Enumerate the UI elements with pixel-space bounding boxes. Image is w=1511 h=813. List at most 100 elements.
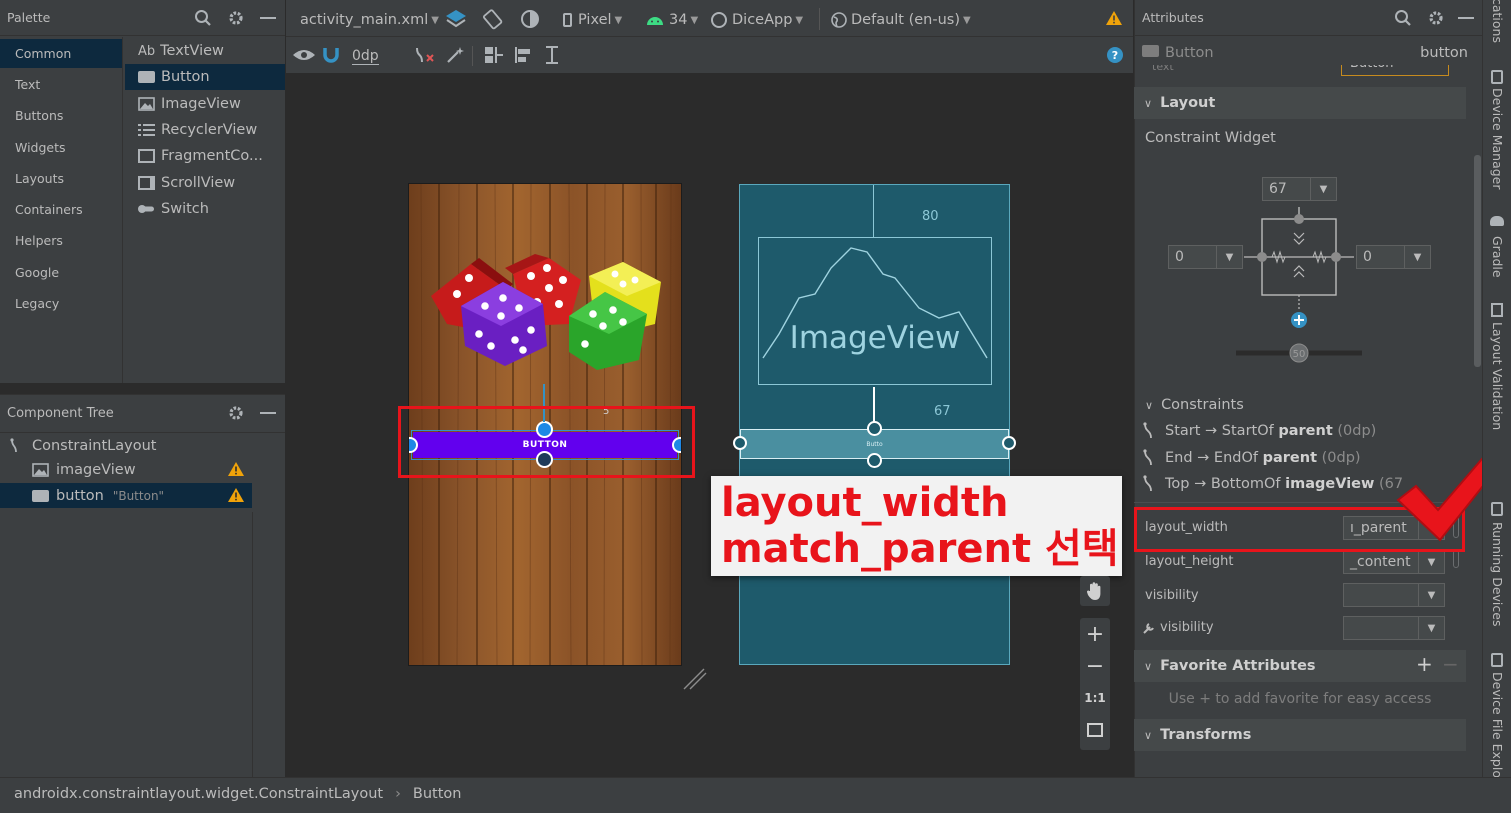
palette-item-scrollview[interactable]: ScrollView — [138, 173, 235, 193]
tab-running-devices[interactable]: Running Devices — [1490, 522, 1505, 626]
category-google[interactable]: Google — [15, 265, 59, 280]
api-dropdown[interactable]: 34 ▼ — [646, 10, 698, 30]
section-favorite-attributes[interactable]: ∨ Favorite Attributes + − — [1134, 650, 1466, 682]
design-canvas[interactable]: BUTTON 5 80 ImageView 67 Butto layout_wi… — [286, 73, 1133, 777]
minimize-icon[interactable] — [260, 17, 276, 19]
palette-item-textview[interactable]: Ab TextView — [138, 41, 224, 61]
bp-anchor-bottom[interactable] — [867, 453, 882, 468]
tree-item-button[interactable]: button "Button" — [0, 483, 252, 508]
category-legacy[interactable]: Legacy — [15, 296, 59, 311]
zoom-fit-button[interactable] — [1080, 714, 1110, 746]
category-text[interactable]: Text — [15, 77, 40, 92]
attributes-scrollbar[interactable] — [1474, 155, 1481, 367]
warning-icon[interactable] — [1105, 10, 1123, 26]
help-icon[interactable]: ? — [1107, 47, 1123, 63]
palette-item-switch[interactable]: Switch — [138, 199, 209, 219]
tab-notifications[interactable]: cations — [1490, 0, 1505, 43]
pan-button[interactable] — [1080, 576, 1110, 606]
chevron-down-icon: ∨ — [1144, 728, 1153, 742]
tab-layout-validation[interactable]: Layout Validation — [1490, 322, 1505, 430]
clear-constraints-icon[interactable] — [414, 45, 436, 65]
right-tool-strip: cations Device Manager Gradle Layout Val… — [1482, 0, 1511, 796]
device-dropdown[interactable]: Pixel ▼ — [563, 10, 622, 30]
category-containers[interactable]: Containers — [15, 202, 83, 217]
guidelines-icon[interactable] — [544, 45, 566, 65]
zoom-in-button[interactable]: + — [1080, 618, 1110, 650]
default-margin-value[interactable]: 0dp — [352, 47, 379, 65]
tools-visibility-combo[interactable]: ▼ — [1343, 616, 1445, 640]
chevron-down-icon: ▼ — [1418, 551, 1444, 573]
gear-icon[interactable] — [227, 9, 245, 27]
constraint-widget-diagram[interactable]: 50 — [1234, 205, 1364, 365]
orientation-icon[interactable] — [481, 8, 505, 30]
blueprint-imageview[interactable]: ImageView — [758, 237, 992, 385]
app-theme-dropdown[interactable]: DiceApp ▼ — [711, 10, 803, 30]
category-buttons[interactable]: Buttons — [15, 108, 63, 123]
remove-favorite-icon[interactable]: − — [1442, 652, 1459, 676]
palette-item-imageview[interactable]: ImageView — [138, 94, 241, 114]
search-icon[interactable] — [194, 9, 212, 27]
end-margin-combo[interactable]: 0 ▼ — [1356, 245, 1431, 269]
magic-wand-icon[interactable] — [445, 45, 465, 65]
breadcrumb-path[interactable]: androidx.constraintlayout.widget.Constra… — [14, 786, 383, 802]
tab-gradle[interactable]: Gradle — [1490, 236, 1505, 278]
hand-icon — [1086, 582, 1101, 600]
palette-item-button[interactable]: Button — [125, 64, 285, 90]
layout-height-combo[interactable]: _content ▼ — [1343, 550, 1445, 574]
night-mode-icon[interactable] — [519, 8, 543, 30]
visibility-combo[interactable]: ▼ — [1343, 583, 1445, 607]
bp-anchor-right[interactable] — [1002, 436, 1016, 450]
tab-device-manager[interactable]: Device Manager — [1490, 88, 1505, 190]
constraints-header[interactable]: ∨ Constraints — [1145, 397, 1244, 413]
section-layout[interactable]: ∨ Layout — [1134, 87, 1466, 119]
blueprint-surface[interactable]: 80 ImageView 67 Butto — [733, 184, 1016, 665]
category-common[interactable]: Common — [0, 39, 122, 68]
button-icon — [138, 71, 155, 83]
search-icon[interactable] — [1394, 9, 1412, 27]
minimize-icon[interactable] — [1458, 17, 1474, 19]
top-margin-combo[interactable]: 67 ▼ — [1262, 177, 1337, 201]
layers-icon[interactable] — [444, 8, 468, 30]
category-widgets[interactable]: Widgets — [15, 140, 66, 155]
magnet-icon[interactable] — [322, 46, 340, 64]
minimize-icon[interactable] — [260, 412, 276, 414]
breadcrumb: androidx.constraintlayout.widget.Constra… — [14, 786, 461, 802]
tree-root-constraintlayout[interactable]: ConstraintLayout — [10, 436, 156, 456]
file-tab-dropdown[interactable]: activity_main.xml ▼ — [300, 10, 439, 30]
fragment-icon — [138, 149, 155, 163]
resize-handle-icon[interactable] — [682, 667, 708, 691]
start-margin-combo[interactable]: 0 ▼ — [1168, 245, 1243, 269]
bp-anchor-top[interactable] — [867, 421, 882, 436]
gear-icon[interactable] — [227, 404, 245, 422]
chevron-down-icon: ∨ — [1145, 398, 1154, 412]
palette-item-recyclerview[interactable]: RecyclerView — [138, 120, 257, 140]
constraint-top[interactable]: Top → BottomOf imageView (67 — [1143, 475, 1403, 493]
toolbar-separator — [819, 8, 820, 30]
palette-categories: Common Text Buttons Widgets Layouts Cont… — [0, 37, 123, 383]
eye-icon[interactable] — [292, 46, 316, 64]
bp-anchor-left[interactable] — [733, 436, 747, 450]
palette-item-fragmentcontainer[interactable]: FragmentCo... — [138, 146, 263, 166]
section-transforms[interactable]: ∨ Transforms — [1134, 719, 1466, 751]
zoom-actual-size-button[interactable]: 1:1 — [1080, 682, 1110, 714]
palette-panel: Palette Common Text Buttons Widgets Layo… — [0, 0, 285, 383]
warning-icon[interactable] — [227, 461, 245, 477]
tree-item-imageview[interactable]: imageView — [32, 460, 136, 480]
category-helpers[interactable]: Helpers — [15, 233, 63, 248]
category-layouts[interactable]: Layouts — [15, 171, 64, 186]
field-slider-stub — [1453, 550, 1459, 568]
chevron-down-icon: ▼ — [1310, 178, 1336, 200]
constraint-start[interactable]: Start → StartOf parent (0dp) — [1143, 422, 1376, 440]
locale-dropdown[interactable]: Default (en-us) ▼ — [831, 10, 971, 30]
gear-icon[interactable] — [1427, 9, 1445, 27]
align-icon[interactable] — [514, 45, 536, 65]
constraint-icon — [1143, 449, 1159, 467]
pack-icon[interactable] — [483, 45, 505, 65]
breadcrumb-current[interactable]: Button — [413, 786, 462, 802]
constraint-end[interactable]: End → EndOf parent (0dp) — [1143, 449, 1361, 467]
warning-icon[interactable] — [227, 487, 245, 503]
zoom-out-button[interactable]: − — [1080, 650, 1110, 682]
component-id[interactable]: button — [1420, 45, 1468, 61]
add-favorite-icon[interactable]: + — [1416, 652, 1433, 676]
component-tree-title: Component Tree — [7, 406, 114, 421]
